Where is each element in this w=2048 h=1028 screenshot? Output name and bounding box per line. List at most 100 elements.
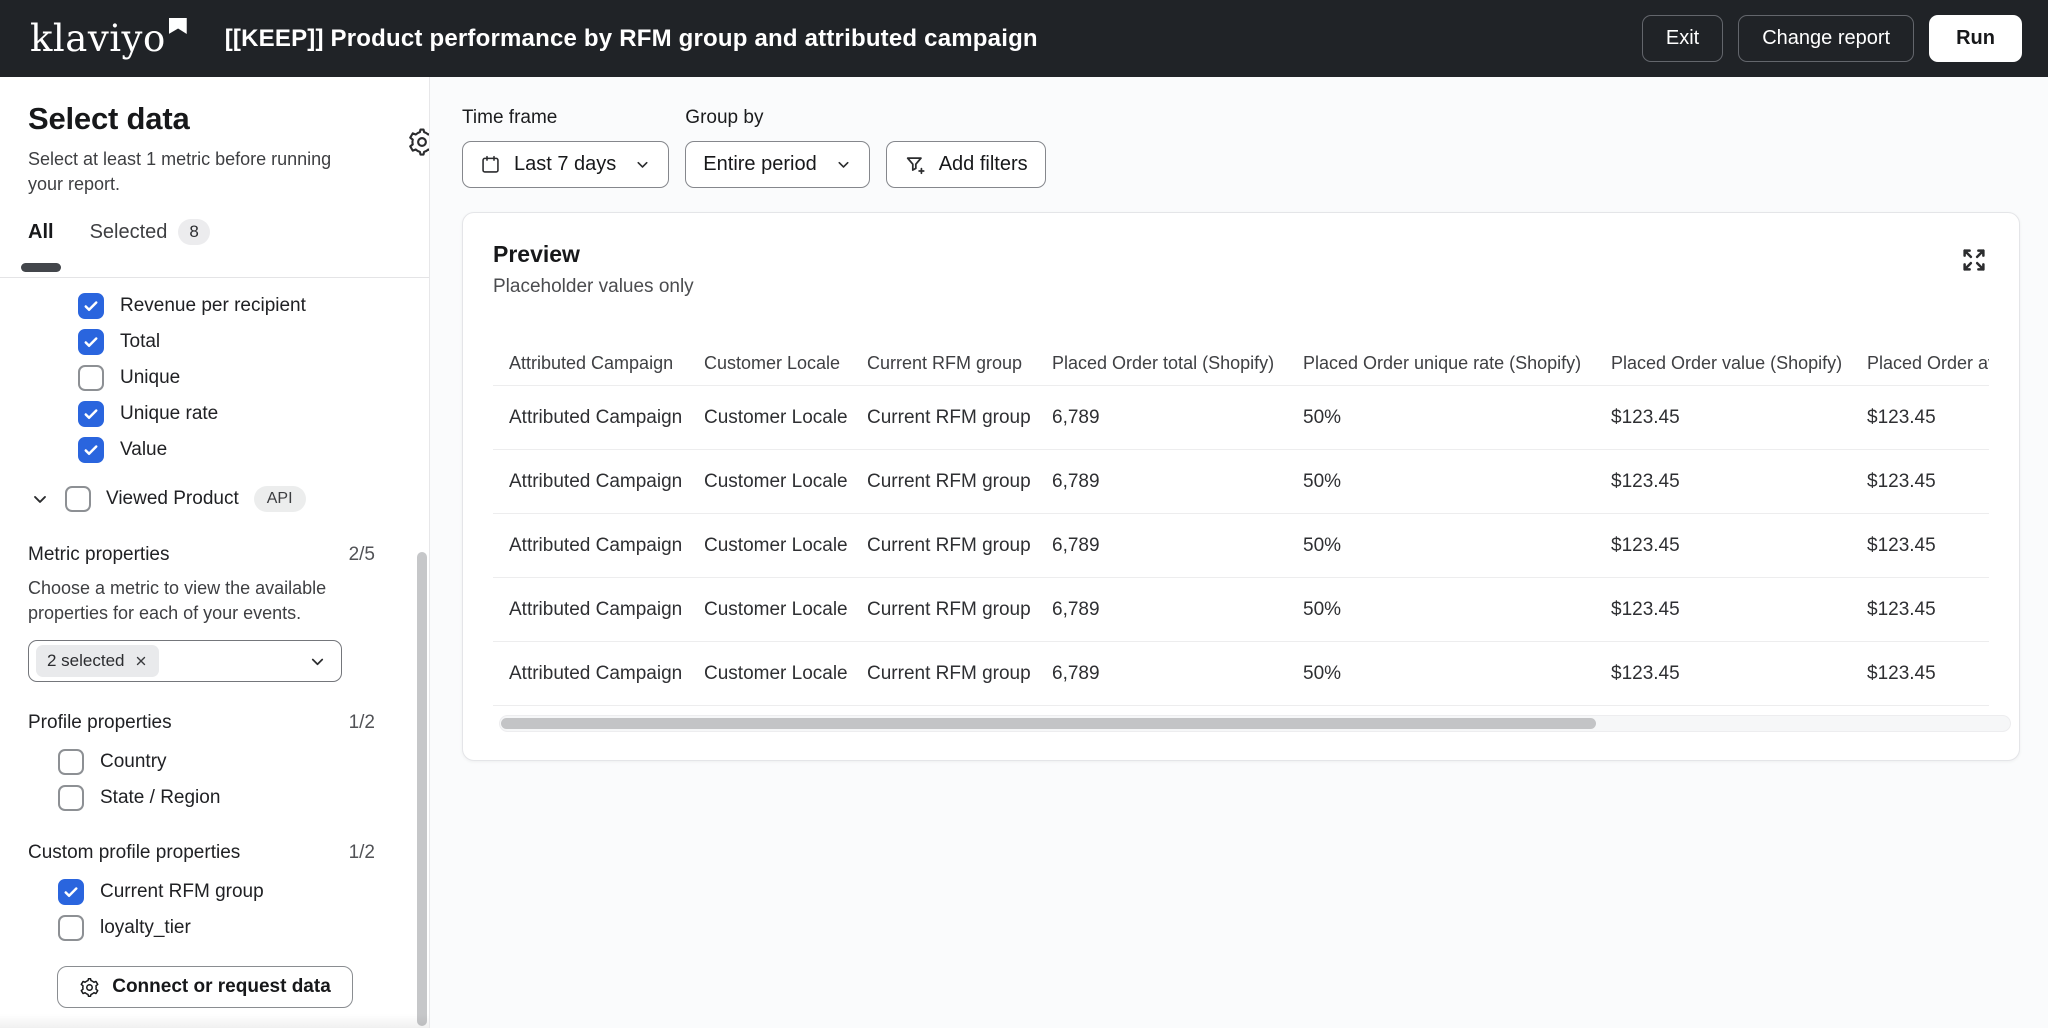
- table-row: Attributed CampaignCustomer LocaleCurren…: [493, 514, 1989, 578]
- horizontal-scrollbar-track[interactable]: [499, 715, 2011, 732]
- checkbox-label: loyalty_tier: [100, 917, 191, 939]
- table-cell: 50%: [1303, 663, 1611, 685]
- klaviyo-logo[interactable]: klaviyo: [30, 20, 187, 57]
- metric-sub-item[interactable]: Unique rate: [0, 396, 429, 432]
- table-row: Attributed CampaignCustomer LocaleCurren…: [493, 450, 1989, 514]
- settings-gear-icon[interactable]: [407, 127, 430, 157]
- section-title: Custom profile properties: [28, 842, 240, 864]
- profile-property-item[interactable]: Country: [0, 744, 429, 780]
- metric-sub-item[interactable]: Total: [0, 324, 429, 360]
- time-frame-dropdown[interactable]: Last 7 days: [462, 141, 669, 188]
- metric-sub-item[interactable]: Value: [0, 432, 429, 468]
- table-cell: Current RFM group: [867, 407, 1052, 429]
- calendar-icon: [480, 154, 501, 175]
- metric-properties-description: Choose a metric to view the available pr…: [0, 576, 429, 626]
- sidebar-scrollbar-thumb[interactable]: [417, 552, 427, 1026]
- checkbox[interactable]: [78, 293, 104, 319]
- custom-profile-properties-section-header: Custom profile properties 1/2: [0, 842, 429, 864]
- checkbox[interactable]: [78, 329, 104, 355]
- section-title: Metric properties: [28, 544, 170, 566]
- profile-property-item[interactable]: State / Region: [0, 780, 429, 816]
- checkbox[interactable]: [58, 915, 84, 941]
- exit-button[interactable]: Exit: [1642, 15, 1723, 62]
- sidebar-title: Select data: [28, 101, 375, 137]
- table-cell: 50%: [1303, 407, 1611, 429]
- group-by-dropdown[interactable]: Entire period: [685, 141, 869, 188]
- checkbox-label: Current RFM group: [100, 881, 264, 903]
- table-cell: $123.45: [1611, 599, 1867, 621]
- profile-properties-section-header: Profile properties 1/2: [0, 712, 429, 734]
- checkbox[interactable]: [78, 437, 104, 463]
- selected-chip: 2 selected: [36, 645, 159, 677]
- table-cell: $123.45: [1867, 599, 1989, 621]
- custom-profile-properties-list: Current RFM group loyalty_tier: [0, 864, 429, 946]
- section-title: Profile properties: [28, 712, 172, 734]
- sidebar-subtitle: Select at least 1 metric before running …: [28, 147, 338, 197]
- column-header: Attributed Campaign: [509, 353, 704, 374]
- table-cell: $123.45: [1867, 471, 1989, 493]
- table-cell: 50%: [1303, 471, 1611, 493]
- checkbox-label: Value: [120, 439, 167, 461]
- chevron-down-icon: [835, 156, 852, 173]
- sidebar-tabs: All Selected 8: [28, 219, 375, 249]
- column-header: Placed Order av: [1867, 353, 1989, 374]
- column-header: Current RFM group: [867, 353, 1052, 374]
- metric-item-viewed-product[interactable]: Viewed Product API: [0, 480, 429, 518]
- table-cell: Current RFM group: [867, 471, 1052, 493]
- checkbox[interactable]: [78, 365, 104, 391]
- expand-icon[interactable]: [1959, 245, 1989, 275]
- section-count: 1/2: [349, 842, 375, 864]
- preview-subtitle: Placeholder values only: [493, 276, 694, 298]
- metric-label: Viewed Product: [106, 488, 239, 510]
- checkbox-label: Unique: [120, 367, 180, 389]
- klaviyo-wordmark: klaviyo: [30, 20, 166, 57]
- metric-sub-item[interactable]: Revenue per recipient: [0, 288, 429, 324]
- column-header: Placed Order unique rate (Shopify): [1303, 353, 1611, 374]
- metric-properties-section-header: Metric properties 2/5: [0, 544, 429, 566]
- table-cell: 50%: [1303, 535, 1611, 557]
- metric-sub-item[interactable]: Unique: [0, 360, 429, 396]
- table-body: Attributed CampaignCustomer LocaleCurren…: [493, 386, 1989, 706]
- section-count: 1/2: [349, 712, 375, 734]
- report-title: [[KEEP]] Product performance by RFM grou…: [225, 25, 1038, 53]
- metric-properties-select[interactable]: 2 selected: [28, 640, 342, 682]
- change-report-button[interactable]: Change report: [1738, 15, 1914, 62]
- table-cell: $123.45: [1611, 407, 1867, 429]
- custom-profile-property-item[interactable]: Current RFM group: [0, 874, 429, 910]
- table-cell: Attributed Campaign: [509, 535, 704, 557]
- column-header: Placed Order total (Shopify): [1052, 353, 1303, 374]
- table-cell: Customer Locale: [704, 407, 867, 429]
- klaviyo-flag-icon: [169, 18, 187, 34]
- table-row: Attributed CampaignCustomer LocaleCurren…: [493, 386, 1989, 450]
- connect-or-request-data-button[interactable]: Connect or request data: [57, 966, 353, 1008]
- add-filters-button[interactable]: Add filters: [886, 141, 1046, 188]
- chevron-down-icon: [634, 156, 651, 173]
- horizontal-scrollbar-thumb[interactable]: [501, 718, 1596, 729]
- table-cell: 6,789: [1052, 535, 1303, 557]
- report-controls: Time frame Last 7 days Group by Entire p…: [462, 107, 2020, 188]
- checkbox-label: Revenue per recipient: [120, 295, 306, 317]
- time-frame-value: Last 7 days: [514, 153, 616, 176]
- filter-plus-icon: [904, 154, 926, 176]
- checkbox-label: Unique rate: [120, 403, 218, 425]
- close-icon[interactable]: [134, 654, 148, 668]
- table-cell: 6,789: [1052, 599, 1303, 621]
- tab-selected[interactable]: Selected 8: [90, 219, 210, 249]
- connect-button-label: Connect or request data: [112, 976, 331, 998]
- checkbox[interactable]: [58, 749, 84, 775]
- table-row: Attributed CampaignCustomer LocaleCurren…: [493, 578, 1989, 642]
- checkbox[interactable]: [78, 401, 104, 427]
- table-cell: Customer Locale: [704, 599, 867, 621]
- profile-properties-list: CountryState / Region: [0, 734, 429, 816]
- table-cell: Attributed Campaign: [509, 407, 704, 429]
- checkbox[interactable]: [58, 785, 84, 811]
- chip-label: 2 selected: [47, 651, 125, 671]
- checkbox[interactable]: [58, 879, 84, 905]
- checkbox[interactable]: [65, 486, 91, 512]
- column-header: Customer Locale: [704, 353, 867, 374]
- run-button[interactable]: Run: [1929, 15, 2022, 62]
- tab-all[interactable]: All: [28, 221, 54, 248]
- table-cell: 6,789: [1052, 471, 1303, 493]
- custom-profile-property-item[interactable]: loyalty_tier: [0, 910, 429, 946]
- table-cell: Attributed Campaign: [509, 663, 704, 685]
